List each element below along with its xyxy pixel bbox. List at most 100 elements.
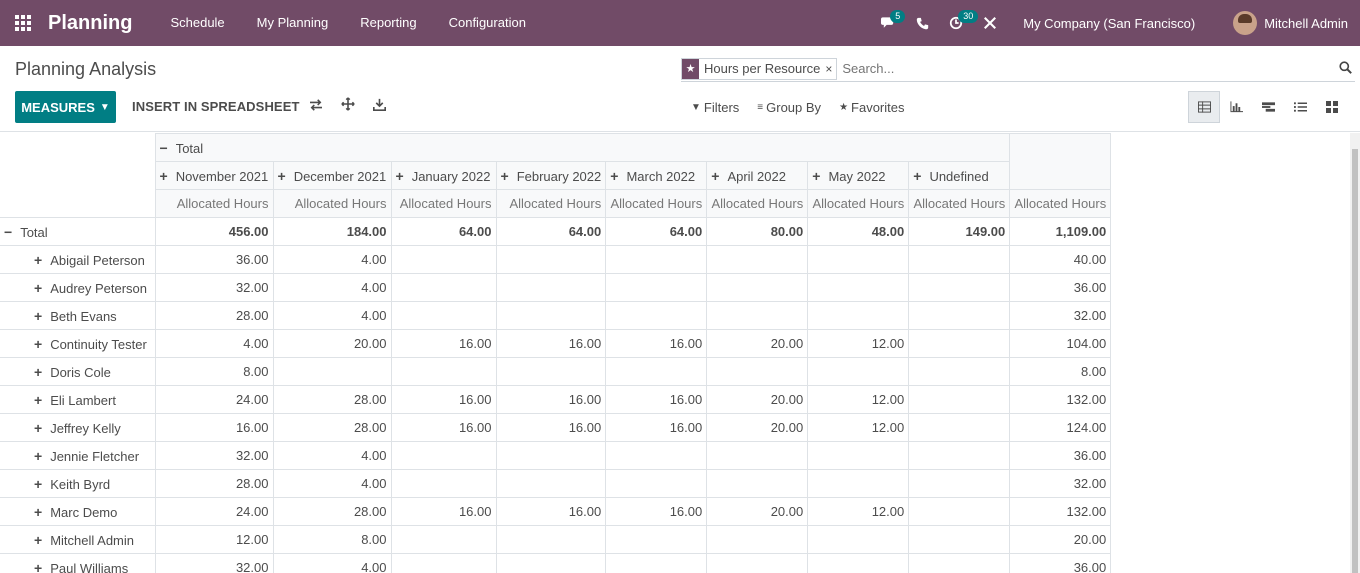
col-header[interactable]: + December 2021 [272, 161, 392, 190]
value-cell[interactable] [495, 357, 607, 386]
value-cell[interactable] [908, 441, 1011, 470]
value-cell[interactable]: 32.00 [154, 441, 274, 470]
value-cell[interactable] [908, 301, 1011, 330]
search-facet[interactable]: ★ Hours per Resource × [681, 57, 838, 80]
value-cell[interactable]: 24.00 [154, 497, 274, 526]
total-cell[interactable]: 149.00 [908, 217, 1011, 246]
measure-header[interactable]: Allocated Hours [706, 189, 809, 218]
row-header-total[interactable]: − Total [0, 217, 156, 246]
value-cell[interactable]: 20.00 [1009, 525, 1112, 554]
col-header[interactable]: + February 2022 [495, 161, 607, 190]
row-header[interactable]: + Doris Cole [0, 357, 156, 386]
row-header[interactable]: + Mitchell Admin [0, 525, 156, 554]
value-cell[interactable]: 16.00 [605, 385, 708, 414]
value-cell[interactable]: 36.00 [1009, 553, 1112, 573]
value-cell[interactable]: 132.00 [1009, 385, 1112, 414]
value-cell[interactable] [390, 525, 497, 554]
kanban-view-icon[interactable] [1316, 91, 1348, 123]
phone-icon[interactable] [905, 0, 939, 46]
row-header[interactable]: + Jennie Fletcher [0, 441, 156, 470]
value-cell[interactable]: 16.00 [390, 413, 497, 442]
value-cell[interactable]: 4.00 [272, 553, 392, 573]
measure-header[interactable]: Allocated Hours [272, 189, 392, 218]
value-cell[interactable] [495, 469, 607, 498]
col-header[interactable]: + November 2021 [154, 161, 274, 190]
col-header-total[interactable]: − Total [154, 133, 1011, 162]
value-cell[interactable]: 16.00 [605, 497, 708, 526]
menu-reporting[interactable]: Reporting [344, 0, 432, 46]
company-switcher[interactable]: My Company (San Francisco) [1007, 16, 1233, 31]
value-cell[interactable] [390, 301, 497, 330]
value-cell[interactable]: 20.00 [706, 497, 809, 526]
value-cell[interactable] [706, 469, 809, 498]
value-cell[interactable] [605, 469, 708, 498]
value-cell[interactable] [605, 301, 708, 330]
insert-spreadsheet-button[interactable]: INSERT IN SPREADSHEET [132, 91, 300, 123]
value-cell[interactable] [908, 553, 1011, 573]
value-cell[interactable]: 20.00 [272, 329, 392, 358]
row-header[interactable]: + Continuity Tester [0, 329, 156, 358]
measure-header[interactable]: Allocated Hours [390, 189, 497, 218]
value-cell[interactable] [908, 273, 1011, 302]
measure-header[interactable]: Allocated Hours [154, 189, 274, 218]
value-cell[interactable] [908, 497, 1011, 526]
value-cell[interactable]: 32.00 [1009, 469, 1112, 498]
value-cell[interactable]: 20.00 [706, 385, 809, 414]
value-cell[interactable]: 12.00 [807, 385, 910, 414]
row-header[interactable]: + Eli Lambert [0, 385, 156, 414]
value-cell[interactable]: 4.00 [272, 301, 392, 330]
value-cell[interactable]: 16.00 [495, 385, 607, 414]
total-cell[interactable]: 64.00 [495, 217, 607, 246]
value-cell[interactable]: 16.00 [495, 413, 607, 442]
measure-header[interactable]: Allocated Hours [908, 189, 1011, 218]
value-cell[interactable] [706, 357, 809, 386]
pivot-view-icon[interactable] [1188, 91, 1220, 123]
value-cell[interactable] [908, 469, 1011, 498]
apps-menu-icon[interactable] [0, 0, 46, 46]
value-cell[interactable] [605, 525, 708, 554]
value-cell[interactable] [807, 469, 910, 498]
value-cell[interactable] [390, 357, 497, 386]
value-cell[interactable]: 28.00 [272, 497, 392, 526]
value-cell[interactable]: 4.00 [272, 469, 392, 498]
flip-axis-icon[interactable] [306, 91, 326, 123]
measure-header[interactable]: Allocated Hours [807, 189, 910, 218]
value-cell[interactable] [908, 329, 1011, 358]
col-header[interactable]: + March 2022 [605, 161, 708, 190]
total-cell[interactable]: 80.00 [706, 217, 809, 246]
total-cell[interactable]: 64.00 [605, 217, 708, 246]
value-cell[interactable] [495, 553, 607, 573]
value-cell[interactable]: 132.00 [1009, 497, 1112, 526]
search-icon[interactable] [1335, 60, 1355, 77]
value-cell[interactable] [605, 245, 708, 274]
measure-header[interactable]: Allocated Hours [495, 189, 607, 218]
value-cell[interactable] [605, 273, 708, 302]
value-cell[interactable] [807, 525, 910, 554]
value-cell[interactable]: 16.00 [495, 497, 607, 526]
value-cell[interactable] [908, 357, 1011, 386]
scrollbar[interactable] [1350, 133, 1360, 573]
value-cell[interactable]: 124.00 [1009, 413, 1112, 442]
value-cell[interactable]: 16.00 [390, 329, 497, 358]
value-cell[interactable]: 104.00 [1009, 329, 1112, 358]
value-cell[interactable]: 4.00 [272, 245, 392, 274]
value-cell[interactable]: 16.00 [495, 329, 607, 358]
expand-all-icon[interactable] [338, 91, 358, 123]
value-cell[interactable] [390, 273, 497, 302]
value-cell[interactable] [495, 273, 607, 302]
value-cell[interactable] [908, 385, 1011, 414]
value-cell[interactable]: 4.00 [154, 329, 274, 358]
gantt-view-icon[interactable] [1252, 91, 1284, 123]
value-cell[interactable] [807, 441, 910, 470]
value-cell[interactable]: 36.00 [154, 245, 274, 274]
favorites-dropdown[interactable]: ★ Favorites [839, 100, 904, 115]
value-cell[interactable]: 20.00 [706, 329, 809, 358]
value-cell[interactable]: 20.00 [706, 413, 809, 442]
col-header[interactable]: + April 2022 [706, 161, 809, 190]
measure-header[interactable]: Allocated Hours [1009, 189, 1112, 218]
search-input[interactable] [842, 61, 1335, 76]
value-cell[interactable]: 16.00 [390, 385, 497, 414]
value-cell[interactable] [390, 553, 497, 573]
value-cell[interactable] [807, 301, 910, 330]
menu-configuration[interactable]: Configuration [433, 0, 542, 46]
